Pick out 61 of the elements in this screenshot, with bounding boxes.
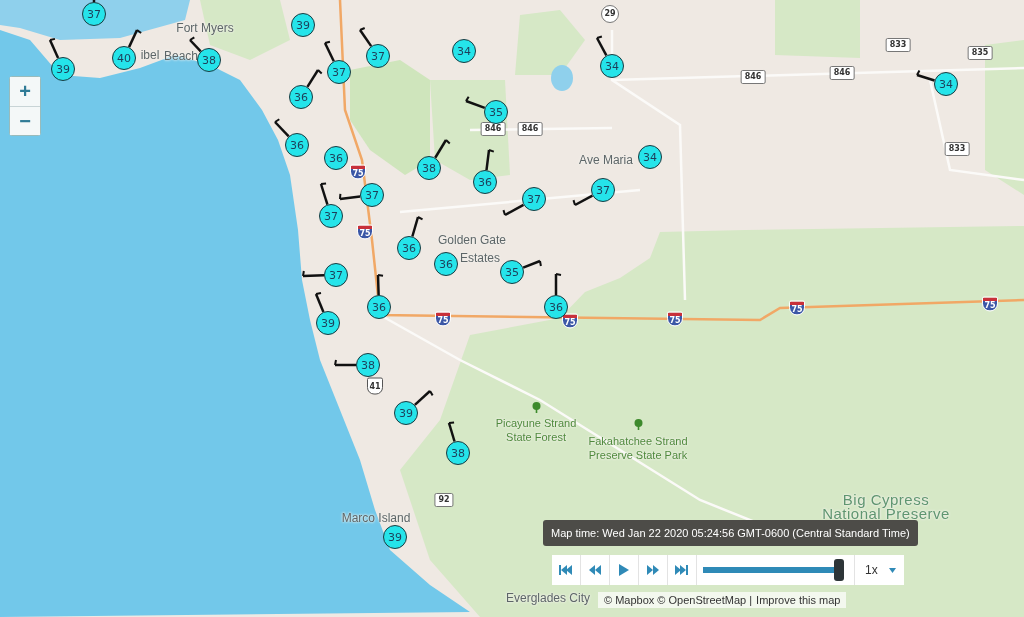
attribution-text: © Mapbox © OpenStreetMap |	[604, 594, 753, 606]
tree-icon	[633, 419, 644, 430]
wind-barb-icon	[595, 35, 608, 56]
wind-barb-icon	[485, 149, 495, 171]
wind-barb-icon	[465, 95, 486, 110]
zoom-button[interactable]: +	[10, 77, 40, 106]
wind-barb-icon	[319, 182, 329, 205]
wind-barb-icon	[274, 118, 290, 138]
wind-barb-icon	[314, 292, 325, 313]
wind-barb-icon	[358, 27, 373, 47]
route-shield: 833	[885, 38, 911, 52]
place-label: ibel	[140, 48, 160, 62]
place-label: Picayune Strand	[495, 417, 577, 429]
route-shield: 846	[517, 122, 543, 136]
wind-barb-icon	[522, 259, 542, 269]
wind-barb-icon	[554, 273, 562, 295]
wind-barb-icon	[306, 69, 323, 88]
place-label: Fakahatchee Strand	[588, 435, 688, 447]
wind-barb-icon	[572, 194, 593, 207]
place-label: Preserve State Park	[588, 449, 688, 461]
wind-barb-icon	[916, 69, 935, 82]
tree-icon	[531, 402, 542, 413]
place-label: Estates	[460, 251, 500, 265]
wind-barb-icon	[502, 203, 525, 217]
skip-back-icon	[559, 565, 573, 575]
wind-barb-icon	[414, 390, 434, 406]
play-icon	[619, 564, 629, 576]
lake-area	[551, 65, 573, 91]
wind-barb-icon	[48, 37, 60, 59]
skip-forward-icon	[675, 565, 689, 575]
caret-icon	[889, 567, 896, 573]
wind-barb-icon	[376, 274, 385, 296]
wind-barb-icon	[434, 139, 451, 159]
zoom-button[interactable]: −	[10, 106, 40, 135]
slider-thumb[interactable]	[834, 559, 844, 581]
route-shield: 835	[967, 46, 993, 60]
wind-barb-icon	[323, 40, 335, 62]
fast-forward-icon	[646, 565, 660, 575]
place-label: Golden Gate	[438, 233, 506, 247]
wind-barb-icon	[339, 192, 361, 201]
wind-barb-icon	[411, 216, 424, 237]
wind-barb-icon	[334, 359, 356, 367]
route-shield: 846	[740, 70, 766, 84]
place-label: Ave Maria	[579, 153, 633, 167]
route-shield: 846	[829, 66, 855, 80]
wind-barb-icon	[127, 29, 143, 48]
map-time-tooltip: Map time: Wed Jan 22 2020 05:24:56 GMT-0600 (Central Standard Time)	[543, 520, 918, 546]
improve-map-link[interactable]: Improve this map	[756, 594, 841, 606]
park-area	[515, 10, 585, 75]
route-shield: 833	[944, 142, 970, 156]
place-label: Fort Myers	[176, 21, 234, 35]
wind-barb-icon	[189, 36, 202, 53]
place-label: Marco Island	[341, 511, 411, 525]
rewind-icon	[588, 565, 602, 575]
wind-barb-icon	[302, 269, 325, 278]
route-shield: 41	[367, 377, 383, 395]
route-shield: 846	[480, 122, 506, 136]
wind-barb-icon	[447, 421, 456, 442]
place-label: Everglades City	[506, 591, 590, 605]
place-label: State Forest	[506, 431, 566, 443]
route-shield: 92	[434, 493, 454, 507]
